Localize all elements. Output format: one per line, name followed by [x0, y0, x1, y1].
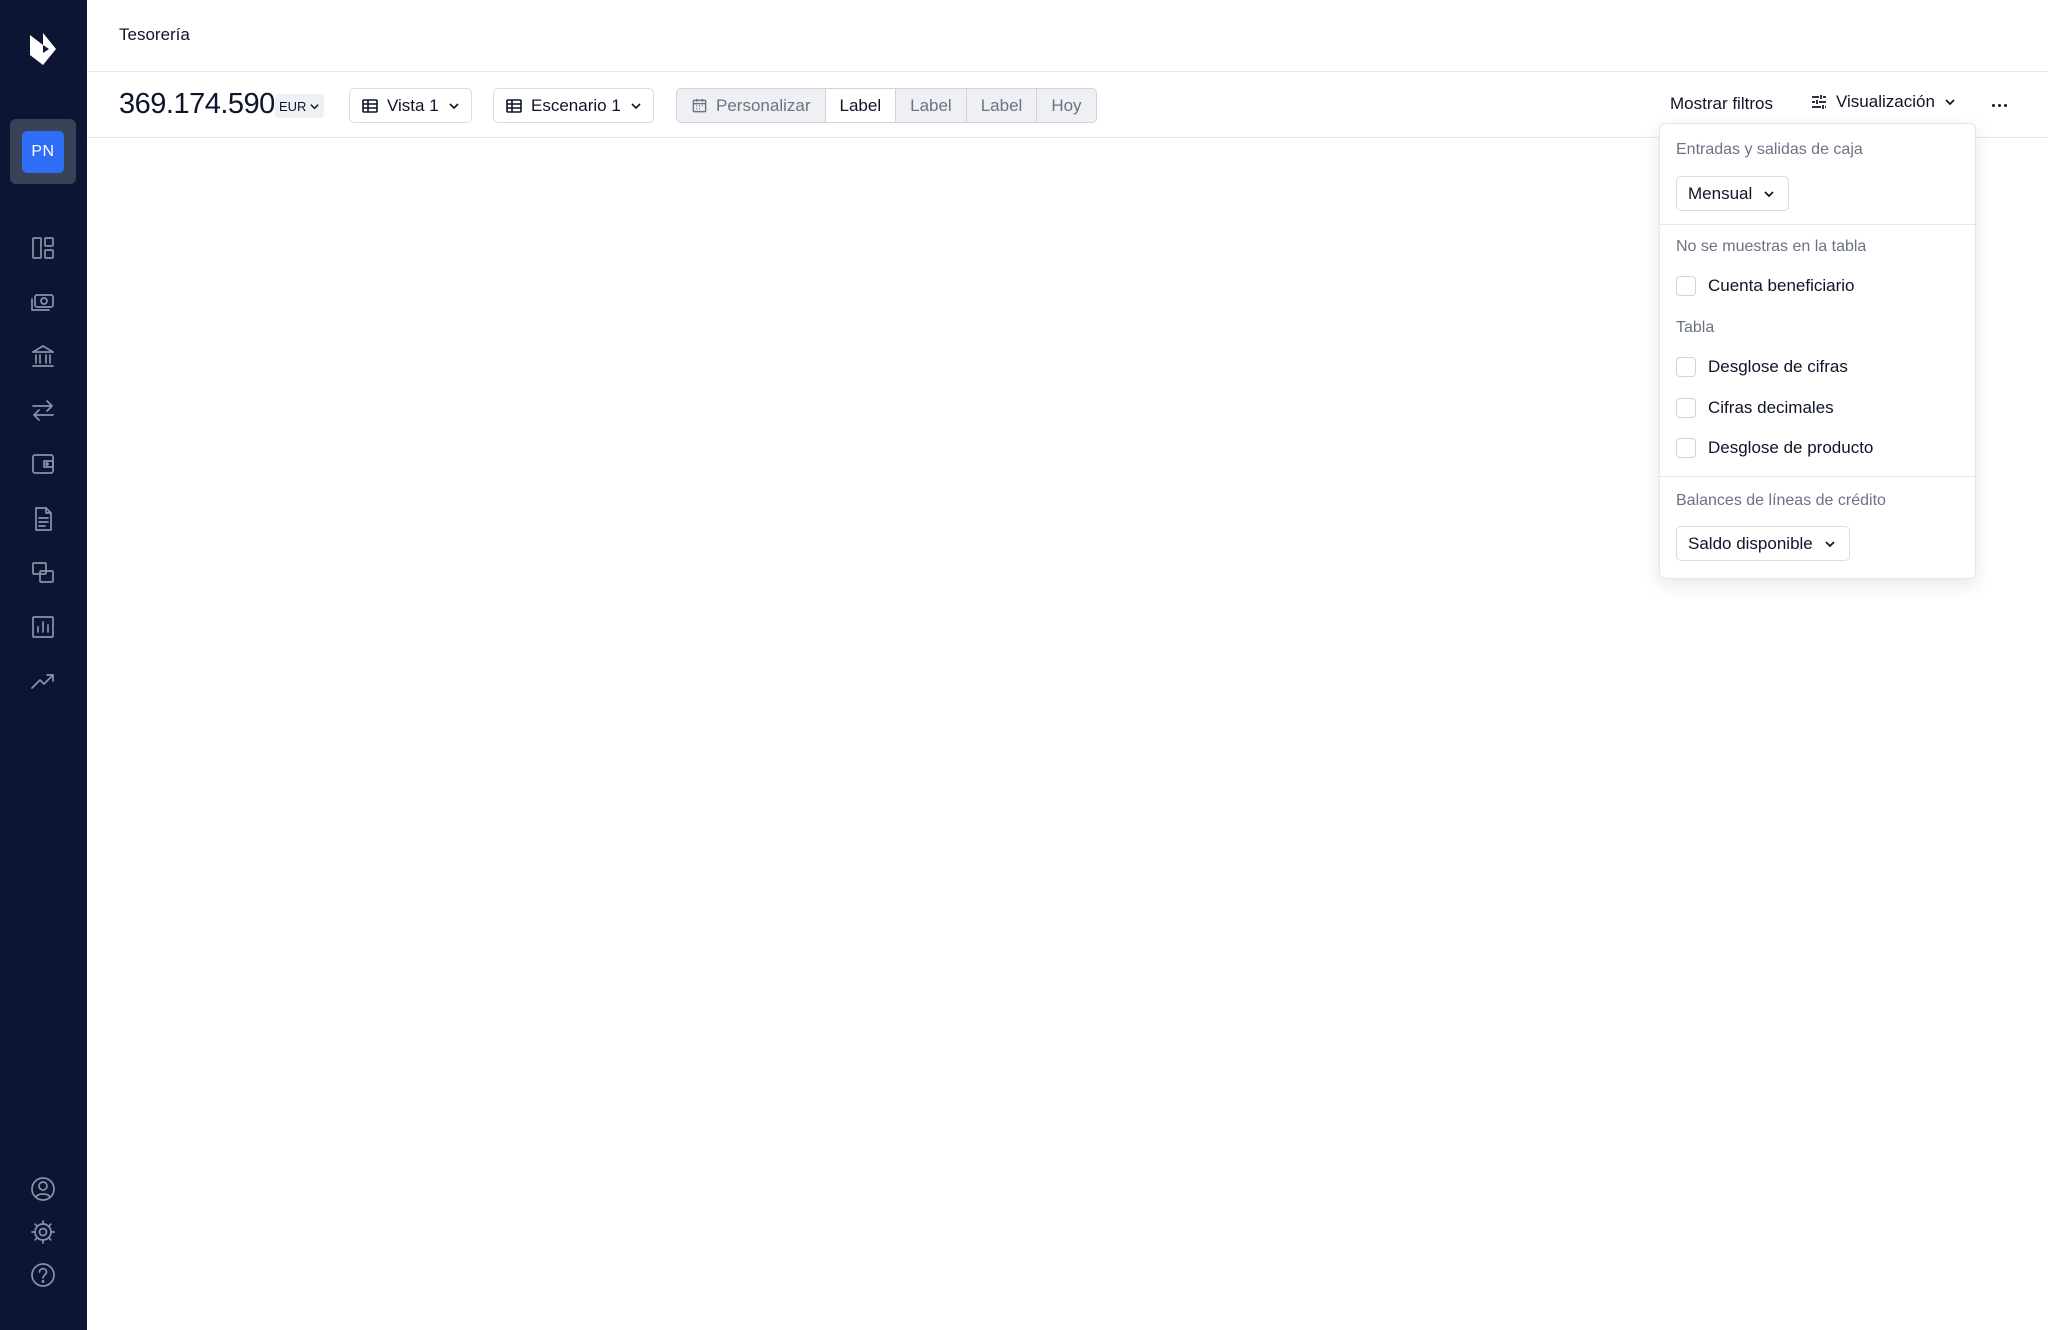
beneficiary-label: Cuenta beneficiario — [1708, 276, 1855, 295]
decimals-checkbox[interactable] — [1676, 398, 1696, 418]
money-icon[interactable] — [29, 288, 57, 316]
account-switcher[interactable]: PN — [10, 119, 76, 184]
gear-icon[interactable] — [29, 1218, 57, 1246]
cash-flow-period-select[interactable]: Mensual — [1676, 176, 1790, 211]
chevron-down-icon — [1945, 99, 1955, 106]
user-circle-icon[interactable] — [29, 1175, 57, 1203]
decimals-option[interactable]: Cifras decimales — [1676, 398, 1834, 418]
figures-breakdown-label: Desglose de cifras — [1708, 357, 1848, 376]
segment-today[interactable]: Hoy — [1036, 89, 1095, 122]
segment-custom-label: Personalizar — [716, 95, 811, 115]
view-label: Vista 1 — [387, 95, 439, 115]
show-filters-button[interactable]: Mostrar filtros — [1670, 94, 1773, 114]
reconcile-icon[interactable] — [29, 559, 57, 587]
cash-flow-heading: Entradas y salidas de caja — [1676, 141, 1863, 158]
segment-label-2[interactable]: Label — [895, 89, 966, 122]
more-options-icon[interactable] — [1987, 95, 2011, 115]
view-selector[interactable]: Vista 1 — [349, 88, 472, 123]
dashboard-icon[interactable] — [29, 234, 57, 262]
page-title: Tesorería — [119, 25, 190, 44]
sliders-icon — [1812, 95, 1826, 109]
divider — [1660, 476, 1975, 477]
figures-breakdown-checkbox[interactable] — [1676, 357, 1696, 377]
help-icon[interactable] — [29, 1261, 57, 1289]
period-segmented-control: Personalizar Label Label Label Hoy — [676, 88, 1097, 123]
chevron-down-icon — [449, 102, 459, 109]
avatar[interactable]: PN — [22, 131, 64, 173]
table-icon — [506, 98, 522, 113]
scenario-label: Escenario 1 — [531, 95, 621, 115]
beneficiary-option[interactable]: Cuenta beneficiario — [1676, 276, 1854, 296]
top-header: Tesorería — [87, 0, 2048, 72]
bank-icon[interactable] — [29, 342, 57, 370]
segment-label-3[interactable]: Label — [965, 89, 1037, 122]
visualization-panel: Entradas y salidas de caja Mensual No se… — [1659, 123, 1976, 579]
not-shown-heading: No se muestras en la tabla — [1676, 238, 1867, 255]
decimals-label: Cifras decimales — [1708, 398, 1834, 417]
currency-label: EUR — [279, 98, 307, 114]
chevron-down-icon — [1764, 190, 1774, 197]
cash-flow-period-value: Mensual — [1688, 183, 1753, 203]
product-breakdown-label: Desglose de producto — [1708, 438, 1874, 457]
calendar-icon — [692, 98, 707, 113]
currency-selector[interactable]: EUR — [275, 94, 325, 118]
product-breakdown-checkbox[interactable] — [1676, 438, 1696, 458]
scenario-selector[interactable]: Escenario 1 — [493, 88, 654, 123]
sidebar: PN — [0, 0, 87, 1330]
segment-custom[interactable]: Personalizar — [677, 89, 825, 122]
visualization-label: Visualización — [1836, 92, 1935, 111]
chevron-down-icon — [1825, 540, 1835, 547]
document-icon[interactable] — [29, 505, 57, 533]
chevron-down-icon — [310, 103, 320, 109]
transfer-icon[interactable] — [29, 396, 57, 424]
visualization-button[interactable]: Visualización — [1810, 92, 1957, 112]
table-heading: Tabla — [1676, 319, 1715, 336]
credit-balance-select[interactable]: Saldo disponible — [1676, 526, 1850, 561]
brand-logo-icon[interactable] — [27, 31, 59, 67]
balance-amount: 369.174.590 — [119, 88, 275, 120]
divider — [1660, 224, 1975, 225]
segment-label-1[interactable]: Label — [824, 89, 896, 122]
table-icon — [362, 98, 378, 113]
product-breakdown-option[interactable]: Desglose de producto — [1676, 438, 1873, 458]
chevron-down-icon — [631, 102, 641, 109]
figures-breakdown-option[interactable]: Desglose de cifras — [1676, 357, 1848, 377]
credit-balance-value: Saldo disponible — [1688, 533, 1813, 553]
beneficiary-checkbox[interactable] — [1676, 276, 1696, 296]
chart-bar-icon[interactable] — [29, 613, 57, 641]
trending-icon[interactable] — [29, 667, 57, 695]
wallet-icon[interactable] — [29, 450, 57, 478]
credit-lines-heading: Balances de líneas de crédito — [1676, 492, 1886, 509]
